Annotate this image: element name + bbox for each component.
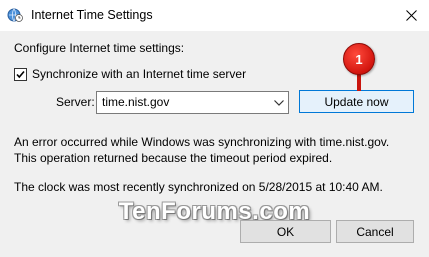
chevron-down-icon: [274, 100, 284, 106]
globe-clock-icon: [7, 7, 23, 23]
server-label: Server:: [56, 95, 95, 109]
close-button[interactable]: [393, 0, 429, 31]
last-sync-status: The clock was most recently synchronized…: [14, 180, 383, 194]
checkmark-icon: [16, 70, 25, 79]
close-icon: [405, 10, 417, 21]
sync-checkbox[interactable]: [14, 68, 27, 81]
update-now-button[interactable]: Update now: [299, 90, 414, 113]
error-message-line: An error occurred while Windows was sync…: [14, 135, 390, 149]
cancel-button[interactable]: Cancel: [336, 220, 414, 243]
badge-pointer: [357, 73, 361, 91]
step-badge: 1: [343, 43, 375, 75]
window-title: Internet Time Settings: [31, 8, 153, 22]
ok-button[interactable]: OK: [240, 220, 331, 243]
error-message-line: This operation returned because the time…: [14, 151, 333, 165]
settings-heading: Configure Internet time settings:: [14, 41, 185, 55]
sync-checkbox-label[interactable]: Synchronize with an Internet time server: [32, 67, 246, 81]
server-value: time.nist.gov: [102, 95, 170, 109]
server-select[interactable]: time.nist.gov: [96, 91, 289, 114]
title-bar: Internet Time Settings: [0, 0, 429, 31]
